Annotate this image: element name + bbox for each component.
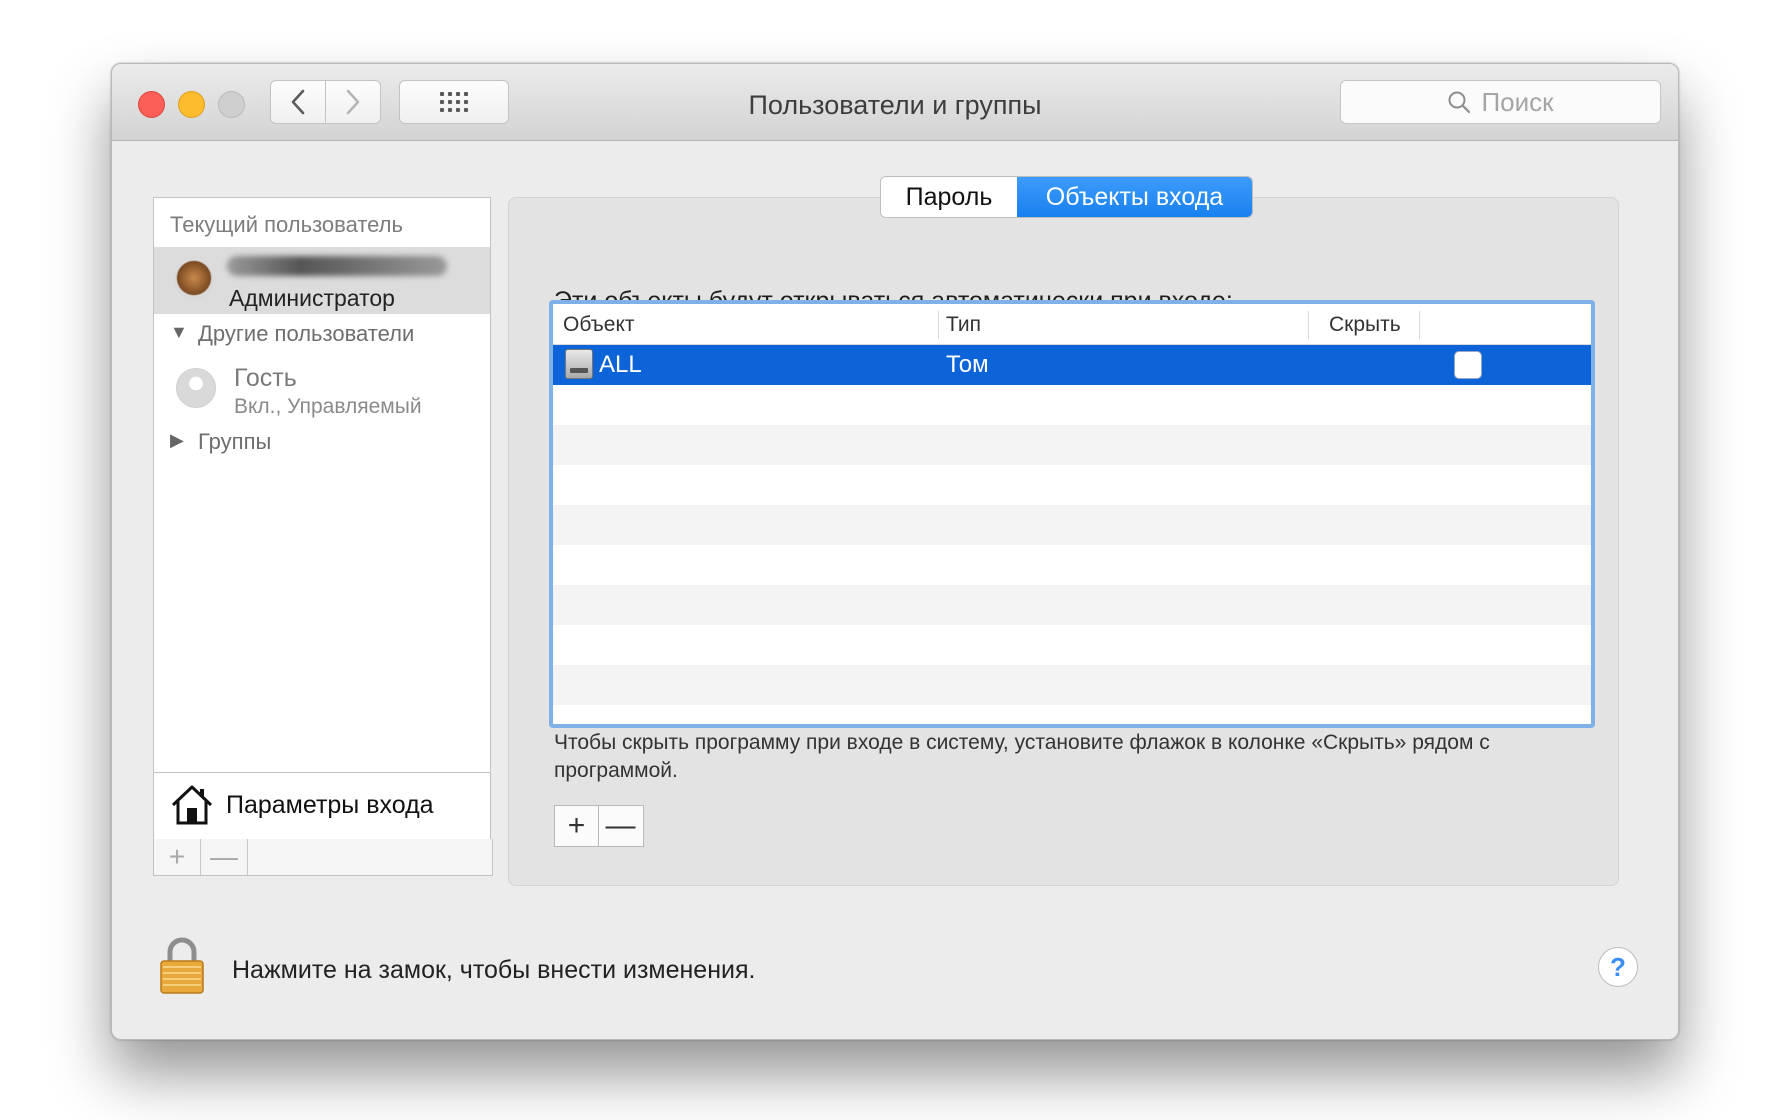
title-bar: Пользователи и группы Поиск [112,64,1678,141]
user-avatar [174,260,214,300]
add-user-button[interactable]: + [154,839,201,875]
column-divider [938,311,939,339]
login-items-table[interactable]: Объект Тип Скрыть ALL Том [549,300,1595,728]
add-login-item-button[interactable]: + [555,806,598,846]
tab-password[interactable]: Пароль [881,177,1017,217]
lock-instruction: Нажмите на замок, чтобы внести изменения… [232,956,756,984]
empty-row [553,425,1591,465]
lock-icon[interactable] [159,936,205,994]
guest-user-name[interactable]: Гость [234,364,297,393]
guest-avatar [176,368,216,408]
column-divider [1308,311,1309,339]
empty-row [553,465,1591,505]
tab-login-items[interactable]: Объекты входа [1017,177,1252,217]
empty-row [553,665,1591,705]
volume-icon [565,349,593,379]
login-items-add-remove: + — [554,805,644,847]
search-field[interactable]: Поиск [1340,80,1661,124]
other-users-header: Другие пользователи [198,321,415,346]
disclosure-collapsed-icon[interactable]: ▶ [170,430,184,451]
user-name-redacted [227,256,447,276]
current-user-header: Текущий пользователь [170,212,403,237]
empty-row [553,385,1591,425]
login-options-row[interactable]: Параметры входа [154,772,490,839]
groups-item[interactable]: Группы [198,429,271,455]
item-name: ALL [599,351,642,378]
login-options-label: Параметры входа [226,791,434,819]
table-header: Объект Тип Скрыть [553,304,1591,345]
empty-row [553,625,1591,665]
house-icon [171,785,213,825]
column-header-item[interactable]: Объект [563,313,635,337]
sidebar-add-remove: + — [153,839,493,876]
remove-user-button[interactable]: — [201,839,248,875]
hide-hint-text: Чтобы скрыть программу при входе в систе… [554,731,1490,782]
help-button[interactable]: ? [1598,947,1638,987]
search-icon [1448,91,1471,114]
users-sidebar: Текущий пользователь Администратор ▼ Дру… [153,197,491,839]
item-type: Том [946,351,989,378]
column-divider [1419,311,1420,339]
hide-checkbox[interactable] [1454,351,1482,379]
empty-row [553,545,1591,585]
empty-row [553,585,1591,625]
column-header-hide[interactable]: Скрыть [1329,313,1401,337]
guest-user-status: Вкл., Управляемый [234,395,422,418]
preferences-window: Пользователи и группы Поиск Текущий поль… [111,63,1679,1040]
search-placeholder: Поиск [1481,86,1554,117]
empty-row [553,505,1591,545]
table-body: ALL Том [553,345,1591,705]
remove-login-item-button[interactable]: — [598,806,642,846]
column-header-type[interactable]: Тип [946,313,981,337]
tab-switcher: Пароль Объекты входа [880,176,1253,218]
user-role: Администратор [229,285,395,311]
table-row[interactable]: ALL Том [553,345,1591,385]
disclosure-expanded-icon[interactable]: ▼ [170,322,188,343]
